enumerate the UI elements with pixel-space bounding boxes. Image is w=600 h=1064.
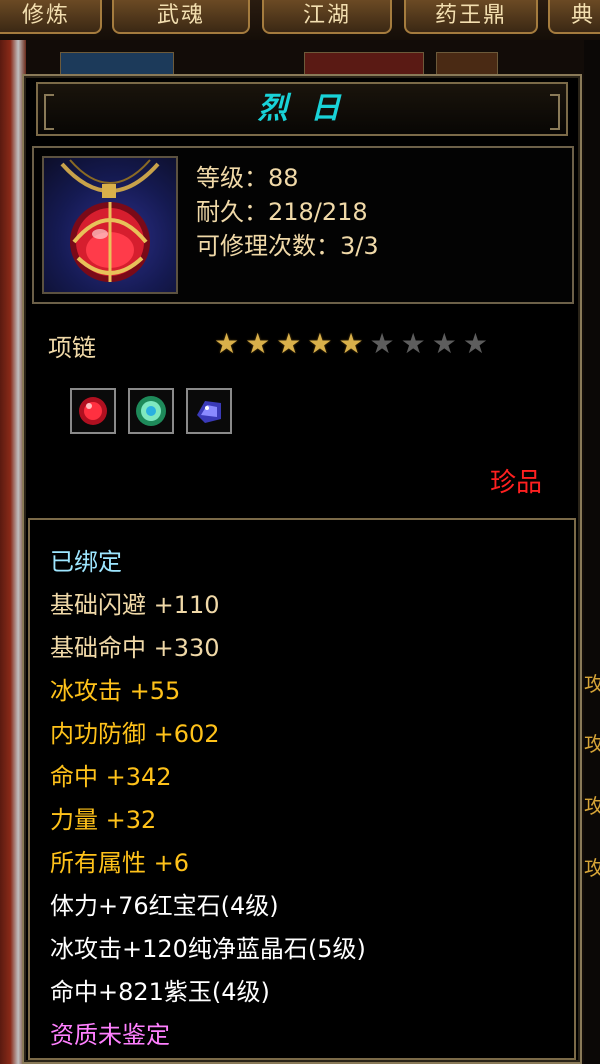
attribute-list: 已绑定基础闪避 +110 基础命中 +330 冰攻击 +55 内功防御 +602 命中 … [28,518,576,1060]
item-name: 烈 日 [257,91,347,126]
top-tab-bar: 修炼 武魂 江湖 药王鼎 典 [0,0,600,40]
background-right-panel [584,40,600,1064]
background-glyph: 攻 [584,732,600,756]
necklace-icon [42,156,178,294]
background-glyph: 攻 [584,856,600,880]
item-repair-count: 可修理次数：3/3 [196,232,379,260]
attribute-line: 冰攻击 +55 [50,677,181,705]
tab-cultivation[interactable]: 修炼 [0,0,102,34]
red-gem-icon[interactable] [70,388,116,434]
attribute-line: 资质未鉴定 [50,1021,170,1049]
item-type: 项链 [48,334,96,362]
title-corner-ornament [44,94,54,130]
item-durability: 耐久：218/218 [196,198,368,226]
star-filled-icon: ★ [307,327,333,360]
attribute-line: 基础命中 +330 [50,634,220,662]
tooltip-title-bar: 烈 日 [36,82,568,136]
green-gem-icon[interactable] [128,388,174,434]
star-filled-icon: ★ [338,327,364,360]
attribute-line: 基础闪避 +110 [50,591,220,619]
title-corner-ornament [550,94,560,130]
attribute-line: 命中 +342 [50,763,172,791]
star-rating: ★ ★ ★ ★ ★ ★ ★ ★ ★ [214,330,488,358]
attribute-line: 内功防御 +602 [50,720,220,748]
attribute-line: 命中+821紫玉(4级) [50,978,270,1006]
item-level: 等级：88 [196,164,299,192]
tab-jianghu[interactable]: 江湖 [262,0,392,34]
star-empty-icon: ★ [431,327,457,360]
star-empty-icon: ★ [462,327,488,360]
star-empty-icon: ★ [369,327,395,360]
tab-martial-soul[interactable]: 武魂 [112,0,250,34]
tab-more[interactable]: 典 [548,0,600,34]
item-tooltip: 烈 日 等级：88 耐久：218/218 可修理次数：3/3 项链 ★ ★ ★ ★ ★ ★… [22,74,582,1064]
background-glyph: 攻 [584,672,600,696]
star-filled-icon: ★ [214,327,240,360]
star-empty-icon: ★ [400,327,426,360]
attribute-line: 已绑定 [50,548,122,576]
tab-medicine-cauldron[interactable]: 药王鼎 [404,0,538,34]
star-filled-icon: ★ [245,327,271,360]
attribute-line: 所有属性 +6 [50,849,190,877]
item-summary-box: 等级：88 耐久：218/218 可修理次数：3/3 [32,146,574,304]
attribute-line: 体力+76红宝石(4级) [50,892,279,920]
attribute-line: 力量 +32 [50,806,157,834]
star-filled-icon: ★ [276,327,302,360]
rarity-label: 珍品 [489,468,542,498]
blue-gem-icon[interactable] [186,388,232,434]
background-glyph: 攻 [584,794,600,818]
attribute-line: 冰攻击+120纯净蓝晶石(5级) [50,935,366,963]
gem-sockets [70,388,232,434]
